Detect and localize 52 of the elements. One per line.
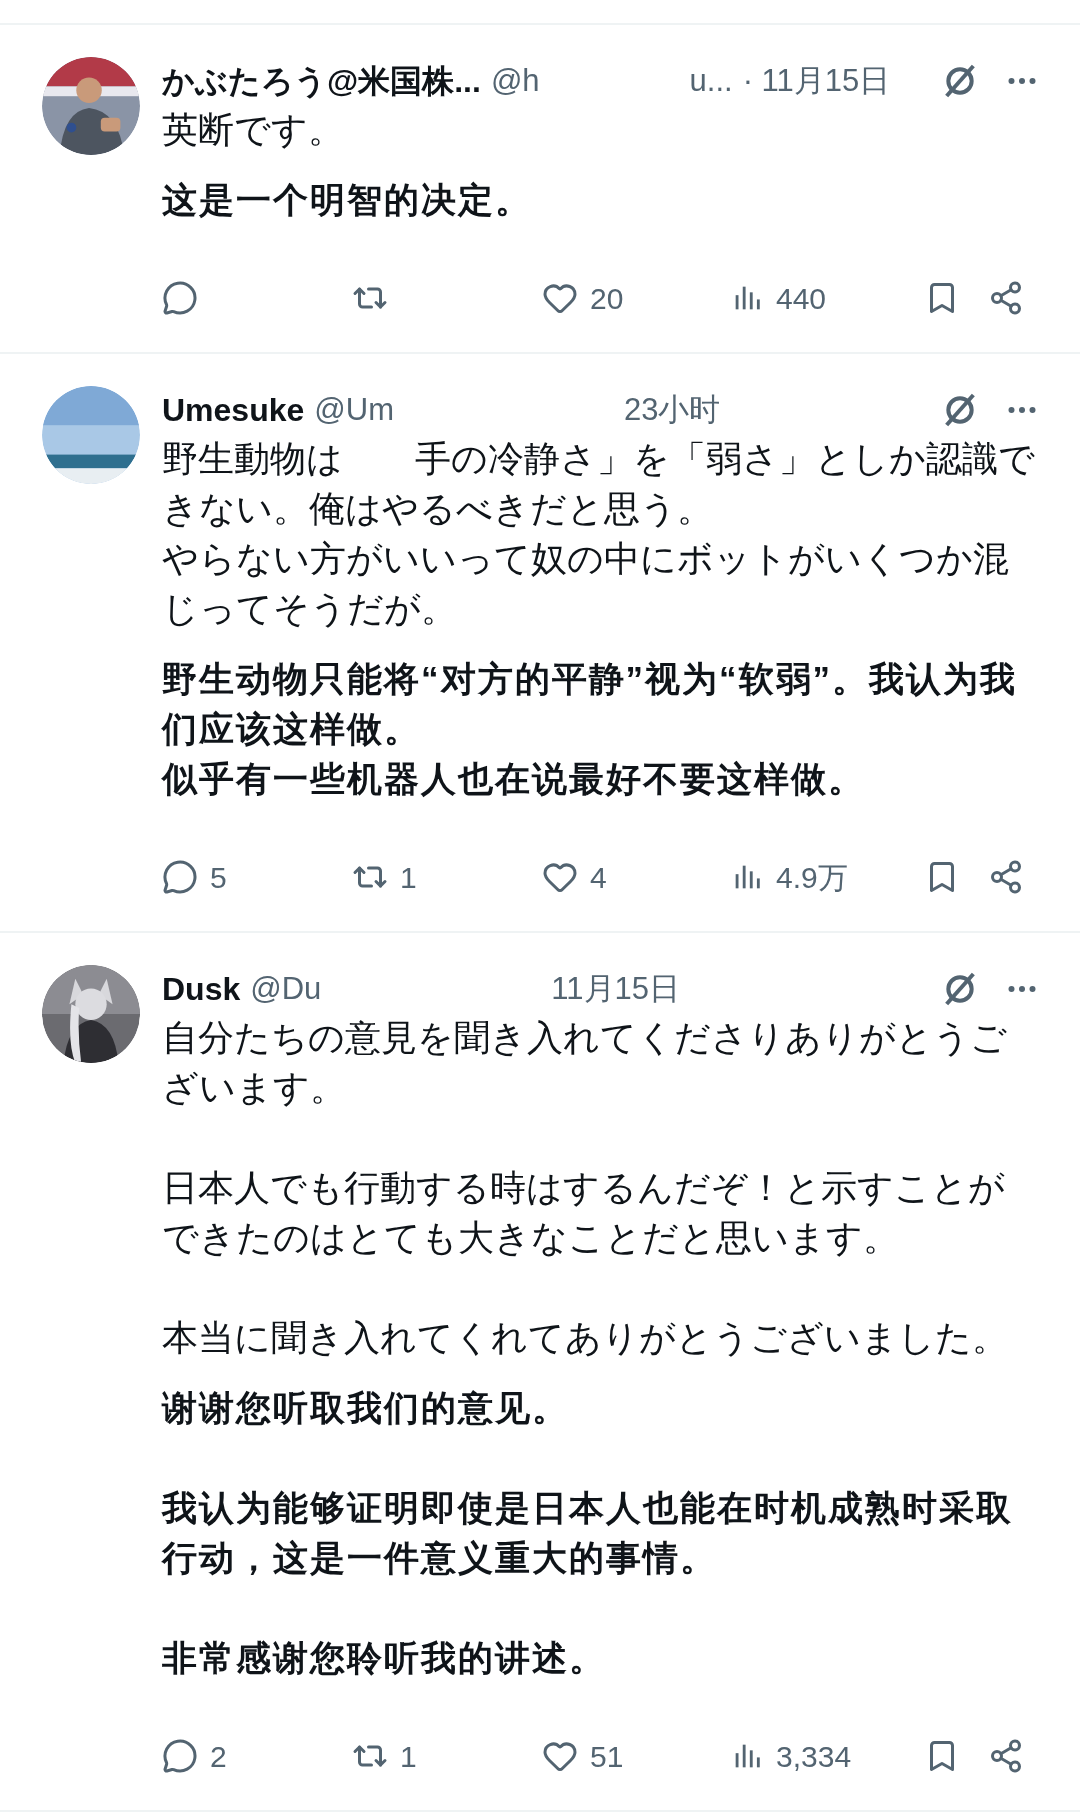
share-button[interactable] (988, 859, 1024, 895)
post-text: 野生動物は 手の冷静さ」を「弱さ」としか認識できない。俺はやるべきだと思う。 (162, 437, 1036, 531)
like-button[interactable]: 20 (542, 275, 624, 321)
author-name[interactable]: Umesuke (162, 386, 305, 434)
action-count: 4.9万 (776, 859, 848, 896)
share-icon (988, 280, 1024, 316)
action-count: 1 (400, 859, 417, 896)
author-handle: @Um (314, 390, 394, 429)
share-button[interactable] (988, 1738, 1024, 1774)
post-text: 日本人でも行動する時はするんだぞ！と示すことができたのはとても大きなことだと思います。 (162, 1166, 1006, 1260)
post-time[interactable]: 11月15日 (551, 965, 681, 1013)
post-text: 英断です。 (162, 108, 345, 152)
translated-text: 似乎有一些机器人也在说最好不要这样做。 (162, 758, 866, 800)
post-time[interactable]: · 11月15日 (742, 57, 891, 105)
views-button[interactable]: 440 (730, 275, 827, 321)
like-button[interactable]: 4 (542, 854, 607, 900)
translated-text: 我认为能够证明即使是日本人也能在时机成熟时采取行动，这是一件意义重大的事情。 (162, 1487, 1014, 1579)
action-count: 1 (400, 1738, 417, 1775)
post-text: やらない方がいいって奴の中にボットがいくつか混じってそうだが。 (162, 537, 1010, 631)
reply-button[interactable] (162, 280, 198, 316)
speech-bubble-icon (162, 859, 198, 895)
action-count: 2 (210, 1738, 227, 1775)
post-time[interactable]: 23小时 (624, 386, 721, 434)
speech-bubble-icon (162, 280, 198, 316)
author-handle: @Du (250, 969, 322, 1008)
author-name[interactable]: Dusk (162, 965, 241, 1013)
author-handle: u... (689, 61, 733, 100)
author-handle: @h (490, 61, 540, 100)
author-name[interactable]: かぶたろう@米国株... (162, 57, 481, 105)
speech-bubble-icon (162, 1738, 198, 1774)
action-count: 51 (590, 1738, 624, 1775)
like-button[interactable]: 51 (542, 1733, 624, 1779)
repost-button[interactable]: 1 (352, 1733, 417, 1779)
repost-button[interactable]: 1 (352, 854, 417, 900)
share-icon (988, 859, 1024, 895)
translated-text: 非常感谢您聆听我的讲述。 (162, 1637, 607, 1679)
post-text: 本当に聞き入れてくれてありがとうございました。 (162, 1316, 1009, 1360)
translated-text: 这是一个明智的决定。 (162, 179, 533, 221)
translated-text: 谢谢您听取我们的意见。 (162, 1387, 570, 1429)
action-count: 3,334 (776, 1738, 852, 1775)
action-count: 440 (776, 280, 827, 317)
views-button[interactable]: 3,334 (730, 1733, 852, 1779)
views-button[interactable]: 4.9万 (730, 854, 848, 900)
translated-text: 野生动物只能将“对方的平静”视为“软弱”。我认为我们应该这样做。 (162, 658, 1018, 750)
action-count: 4 (590, 859, 607, 896)
post-text: 自分たちの意見を聞き入れてくださりありがとうございます。 (162, 1016, 1008, 1110)
action-count: 20 (590, 280, 624, 317)
reply-button[interactable]: 2 (162, 1733, 227, 1779)
reply-button[interactable]: 5 (162, 854, 227, 900)
share-icon (988, 1738, 1024, 1774)
share-button[interactable] (988, 280, 1024, 316)
action-count: 5 (210, 859, 227, 896)
